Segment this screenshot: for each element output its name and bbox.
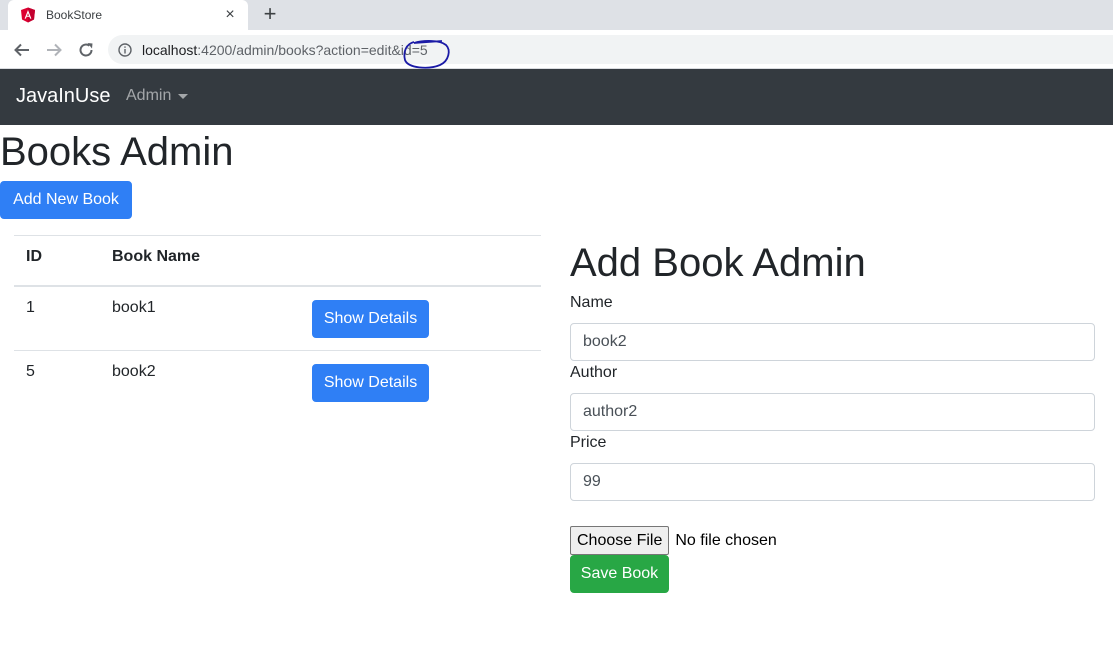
caret-down-icon xyxy=(178,93,189,99)
arrow-right-icon[interactable] xyxy=(43,39,65,61)
header-book-name: Book Name xyxy=(100,235,300,287)
save-book-button[interactable]: Save Book xyxy=(570,555,669,593)
name-input[interactable] xyxy=(570,323,1095,361)
reload-icon[interactable] xyxy=(75,39,97,61)
books-table: ID Book Name 1 book1 Show Details 5 book… xyxy=(14,235,541,414)
page-title: Books Admin xyxy=(0,130,234,174)
cell-actions: Show Details xyxy=(300,349,541,414)
cell-actions: Show Details xyxy=(300,285,541,350)
table-header-row: ID Book Name xyxy=(14,235,541,287)
navbar-brand[interactable]: JavaInUse xyxy=(16,85,111,108)
table-row: 1 book1 Show Details xyxy=(14,285,541,350)
show-details-button[interactable]: Show Details xyxy=(312,299,429,338)
url-host: localhost xyxy=(142,41,198,58)
author-label: Author xyxy=(570,364,618,381)
name-label: Name xyxy=(570,294,613,311)
admin-dropdown-label: Admin xyxy=(126,87,172,104)
cell-book-name: book1 xyxy=(100,285,300,350)
price-label: Price xyxy=(570,434,607,451)
tab-close-icon[interactable]: × xyxy=(222,7,238,23)
arrow-left-icon[interactable] xyxy=(11,39,33,61)
form-title: Add Book Admin xyxy=(570,241,866,285)
browser-toolbar: localhost:4200/admin/books?action=edit&i… xyxy=(0,30,1113,69)
price-input[interactable] xyxy=(570,463,1095,501)
add-new-book-button[interactable]: Add New Book xyxy=(0,181,132,219)
cell-book-name: book2 xyxy=(100,349,300,414)
tab-title: BookStore xyxy=(46,8,103,22)
info-icon[interactable] xyxy=(118,42,132,57)
show-details-button[interactable]: Show Details xyxy=(312,363,429,402)
author-input[interactable] xyxy=(570,393,1095,431)
angular-logo-icon xyxy=(20,7,36,23)
file-picker: Choose File No file chosen xyxy=(570,526,777,555)
handdrawn-circle-annotation xyxy=(403,40,450,69)
admin-dropdown[interactable]: Admin xyxy=(126,87,189,105)
header-id: ID xyxy=(14,235,100,287)
app-navbar: JavaInUse Admin xyxy=(0,69,1113,125)
new-tab-icon[interactable]: + xyxy=(260,3,280,25)
choose-file-button[interactable]: Choose File xyxy=(570,526,670,555)
browser-tab[interactable]: BookStore × xyxy=(8,0,248,30)
header-actions xyxy=(300,235,541,287)
url-path: :4200/admin/books?action=edit&id=5 xyxy=(197,41,428,58)
browser-tab-strip: BookStore × + xyxy=(0,0,1113,30)
table-row: 5 book2 Show Details xyxy=(14,349,541,414)
address-bar[interactable]: localhost:4200/admin/books?action=edit&i… xyxy=(108,35,1113,64)
url-text: localhost:4200/admin/books?action=edit&i… xyxy=(142,42,428,58)
cell-id: 5 xyxy=(14,349,100,414)
file-status: No file chosen xyxy=(675,531,777,549)
cell-id: 1 xyxy=(14,285,100,350)
